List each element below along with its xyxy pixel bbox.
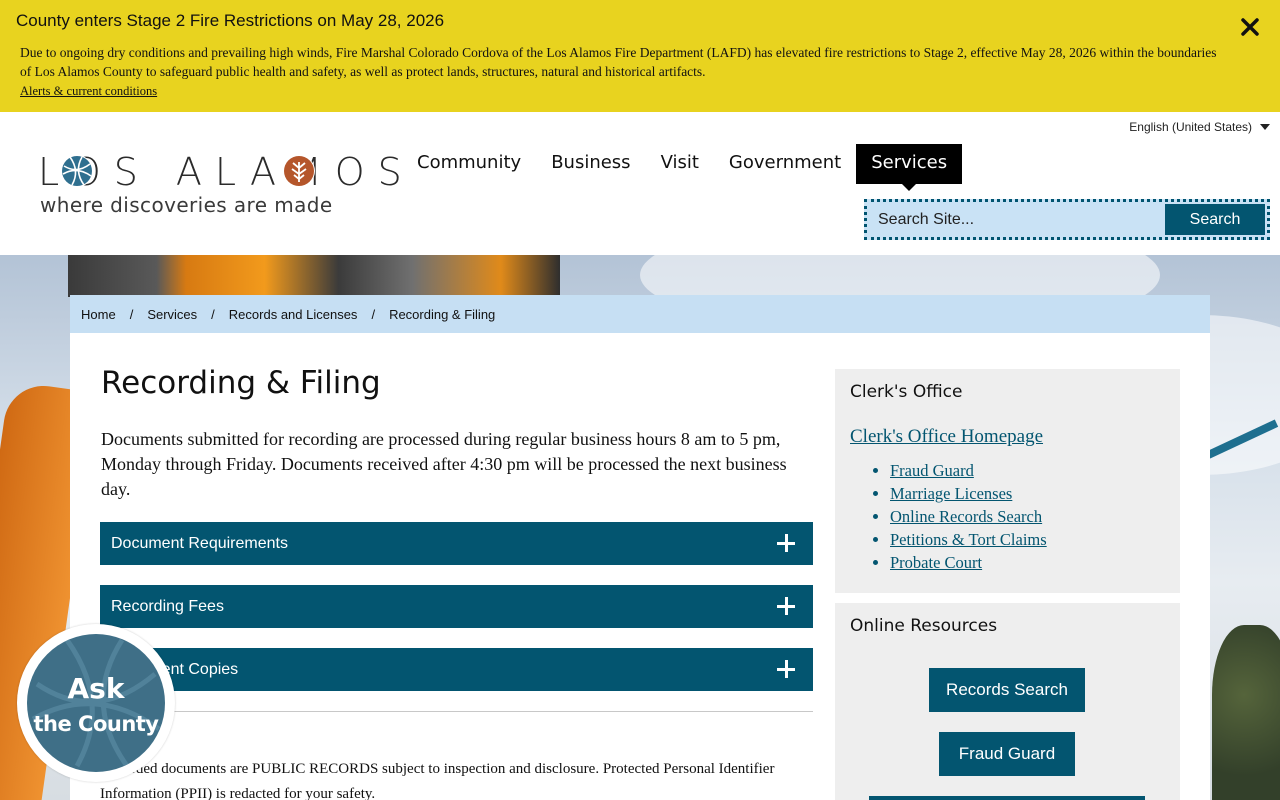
- breadcrumb-records-licenses[interactable]: Records and Licenses: [229, 307, 358, 322]
- nav-services[interactable]: Services: [856, 144, 963, 191]
- clerk-office-homepage-link[interactable]: Clerk's Office Homepage: [850, 426, 1043, 448]
- online-resources-heading: Online Resources: [850, 616, 998, 636]
- site-header: English (United States) LOS ALAMOS where…: [0, 112, 1280, 255]
- alert-banner: County enters Stage 2 Fire Restrictions …: [0, 0, 1280, 112]
- ask-the-county-widget[interactable]: Ask the County: [17, 624, 175, 782]
- marriage-licenses-link[interactable]: Marriage Licenses: [890, 484, 1012, 503]
- page-title: Recording & Filing: [101, 365, 381, 401]
- accordion-label: Document Requirements: [111, 534, 288, 552]
- online-records-search-link[interactable]: Online Records Search: [890, 507, 1042, 526]
- accordion-document-copies[interactable]: Document Copies: [100, 648, 813, 691]
- plus-icon: [777, 534, 795, 552]
- intro-text: Documents submitted for recording are pr…: [101, 429, 787, 499]
- nav-business[interactable]: Business: [536, 144, 645, 184]
- site-logo[interactable]: LOS ALAMOS where discoveries are made: [38, 150, 402, 220]
- breadcrumb-separator: /: [129, 306, 134, 322]
- resource-button[interactable]: [869, 796, 1145, 800]
- list-item: Fraud Guard: [890, 459, 1047, 482]
- search-button[interactable]: Search: [1165, 204, 1265, 235]
- nav-government[interactable]: Government: [714, 144, 856, 184]
- logo-wordmark: LOS ALAMOS: [38, 150, 415, 194]
- breadcrumb-separator: /: [211, 306, 215, 322]
- ask-widget-line1: Ask: [67, 672, 125, 705]
- content-card: Home / Services / Records and Licenses /…: [70, 295, 1210, 800]
- petitions-tort-claims-link[interactable]: Petitions & Tort Claims: [890, 530, 1047, 549]
- language-selector[interactable]: English (United States): [1129, 120, 1270, 134]
- probate-court-link[interactable]: Probate Court: [890, 553, 982, 572]
- search-form: Search: [864, 199, 1270, 240]
- breadcrumb-home[interactable]: Home: [81, 307, 116, 322]
- nav-visit[interactable]: Visit: [646, 144, 714, 184]
- search-input[interactable]: [867, 202, 1163, 237]
- logo-tagline: where discoveries are made: [40, 193, 333, 217]
- tree-image: [1212, 625, 1280, 800]
- breadcrumb-separator: /: [371, 306, 376, 322]
- plus-icon: [777, 660, 795, 678]
- playground-structure: [68, 255, 560, 297]
- divider: [100, 711, 813, 712]
- fraud-guard-button[interactable]: Fraud Guard: [939, 732, 1075, 776]
- caret-down-icon: [1260, 124, 1270, 130]
- nav-community[interactable]: Community: [402, 144, 536, 184]
- clerk-office-heading: Clerk's Office: [850, 382, 963, 402]
- list-item: Petitions & Tort Claims: [890, 528, 1047, 551]
- list-item: Probate Court: [890, 551, 1047, 574]
- accordion-recording-fees[interactable]: Recording Fees: [100, 585, 813, 628]
- globe-icon: [61, 155, 93, 187]
- language-label: English (United States): [1129, 120, 1252, 134]
- ask-widget-line2: the County: [33, 712, 159, 736]
- breadcrumb-current: Recording & Filing: [389, 306, 496, 322]
- online-resources-box: Online Resources Records Search Fraud Gu…: [835, 603, 1180, 800]
- alert-body: Due to ongoing dry conditions and prevai…: [20, 45, 1217, 79]
- list-item: Marriage Licenses: [890, 482, 1047, 505]
- fraud-guard-link[interactable]: Fraud Guard: [890, 461, 974, 480]
- public-records-notice: Recorded documents are PUBLIC RECORDS su…: [100, 761, 775, 800]
- accordion-document-requirements[interactable]: Document Requirements: [100, 522, 813, 565]
- records-search-button[interactable]: Records Search: [929, 668, 1085, 712]
- accordion-label: Recording Fees: [111, 597, 224, 615]
- alert-title: County enters Stage 2 Fire Restrictions …: [16, 11, 445, 30]
- list-item: Online Records Search: [890, 505, 1047, 528]
- breadcrumb-services[interactable]: Services: [147, 307, 197, 322]
- leaf-icon: [283, 155, 315, 187]
- clerk-office-box: Clerk's Office Clerk's Office Homepage F…: [835, 369, 1180, 593]
- plus-icon: [777, 597, 795, 615]
- clerk-links-list: Fraud Guard Marriage Licenses Online Rec…: [875, 459, 1047, 574]
- close-icon[interactable]: [1238, 15, 1262, 39]
- ask-widget-badge: Ask the County: [27, 634, 165, 772]
- breadcrumb: Home / Services / Records and Licenses /…: [70, 295, 1210, 333]
- main-nav: Community Business Visit Government Serv…: [402, 144, 963, 191]
- alerts-conditions-link[interactable]: Alerts & current conditions: [20, 84, 157, 99]
